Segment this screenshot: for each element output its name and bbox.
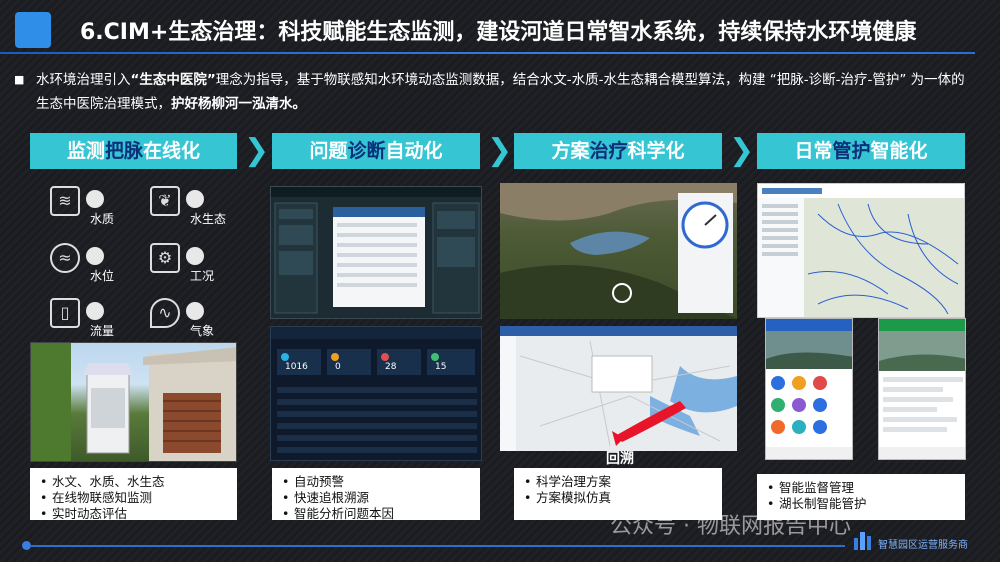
list-item: 实时动态评估 [38,506,229,522]
status-dot [86,190,104,208]
monitoring-features: 水文、水质、水生态 在线物联感知监测 实时动态评估 [30,468,237,522]
column-header-monitoring: 监测把脉在线化 [30,133,237,169]
river-network-art [758,184,964,317]
stat-value: 15 [435,362,447,372]
sensor-water-level: ≈ 水位 [50,243,140,283]
watermark-text: 公众号 · 物联网报告中心 [610,514,851,539]
list-item: 自动预警 [280,474,472,490]
title-underline [0,52,975,54]
station-photo [30,342,237,462]
header-text: 科学化 [627,140,685,162]
list-item: 水文、水质、水生态 [38,474,229,490]
status-dot [86,247,104,265]
stat-value: 0 [335,362,341,372]
gear-machine-icon: ⚙ [150,243,180,273]
chevron-right-icon: ❯ [244,133,270,168]
header-highlight: 治疗 [589,140,628,162]
diagnosis-dashboard-bottom: 1016 0 28 15 [270,326,482,461]
status-dot [86,302,104,320]
status-dot [186,190,204,208]
title-accent-block [15,12,51,48]
list-item: 方案模拟仿真 [522,490,714,506]
header-text: 智能化 [870,140,928,162]
trace-caption: 回溯 [606,451,634,467]
sensor-label: 工况 [190,269,215,283]
header-text: 问题 [309,140,348,162]
stat-value: 1016 [285,362,308,372]
header-highlight: 管护 [832,140,871,162]
sensor-ecology: ❦ 水生态 [150,186,240,226]
list-item: 快速追根溯源 [280,490,472,506]
stat-value: 28 [385,362,397,372]
chevron-right-icon: ❯ [487,133,513,168]
chevron-right-icon: ❯ [729,133,755,168]
diagnosis-features: 自动预警 快速追根溯源 智能分析问题本因 [272,468,480,522]
trace-map-view [500,326,737,451]
water-quality-icon: ≋ [50,186,80,216]
alert-table-art [271,327,481,453]
sensor-label: 气象 [190,324,215,338]
header-text: 在线化 [143,140,201,162]
buildings-logo-icon [854,532,871,550]
intro-paragraph: ■ 水环境治理引入“生态中医院”理念为指导，基于物联感知水环境动态监测数据，结合… [14,68,966,116]
sensor-flow: ▯ 流量 [50,298,140,338]
water-level-icon: ≈ [50,243,80,273]
mobile-detail-art [879,319,965,459]
flow-pipe-icon: ▯ [50,298,80,328]
sensor-working-condition: ⚙ 工况 [150,243,240,283]
list-item: 科学治理方案 [522,474,714,490]
diagnosis-dashboard-top [270,186,482,319]
dashboard-art [271,187,481,314]
list-item: 在线物联感知监测 [38,490,229,506]
terrain-art [500,183,737,319]
list-item: 智能分析问题本因 [280,506,472,522]
sensor-label: 水位 [90,269,115,283]
weather-drop-icon: ∿ [150,298,180,328]
sensor-weather: ∿ 气象 [150,298,240,338]
station-photo-art [31,343,236,461]
intro-highlight-1: “生态中医院” [130,72,216,88]
list-item: 智能监督管理 [765,480,957,496]
header-highlight: 诊断 [347,140,386,162]
mobile-app-detail [878,318,966,460]
terrain-3d-view [500,183,737,319]
header-text: 方案 [551,140,590,162]
fish-icon: ❦ [150,186,180,216]
footer-line [30,545,845,547]
intro-highlight-2: 护好杨柳河一泓清水。 [171,96,306,112]
status-dot [186,247,204,265]
sensor-label: 水生态 [190,212,227,226]
header-text: 自动化 [385,140,443,162]
sensor-label: 流量 [90,324,115,338]
square-bullet-icon: ■ [14,73,25,86]
header-text: 监测 [66,140,105,162]
mobile-app-home [765,318,853,460]
page-title: 6.CIM+生态治理：科技赋能生态监测，建设河道日常智水系统，持续保持水环境健康 [80,20,917,45]
column-header-treatment: 方案治疗科学化 [514,133,722,169]
column-header-diagnosis: 问题诊断自动化 [272,133,480,169]
river-network-map [757,183,965,318]
mobile-home-art [766,319,852,459]
trace-map-art [500,326,737,451]
header-text: 日常 [794,140,833,162]
sensor-label: 水质 [90,212,115,226]
header-highlight: 把脉 [104,140,143,162]
intro-text-1: 水环境治理引入 [36,72,131,88]
brand-text: 智慧园区运营服务商 [878,540,968,551]
column-header-maintenance: 日常管护智能化 [757,133,965,169]
sensor-water-quality: ≋ 水质 [50,186,140,226]
status-dot [186,302,204,320]
